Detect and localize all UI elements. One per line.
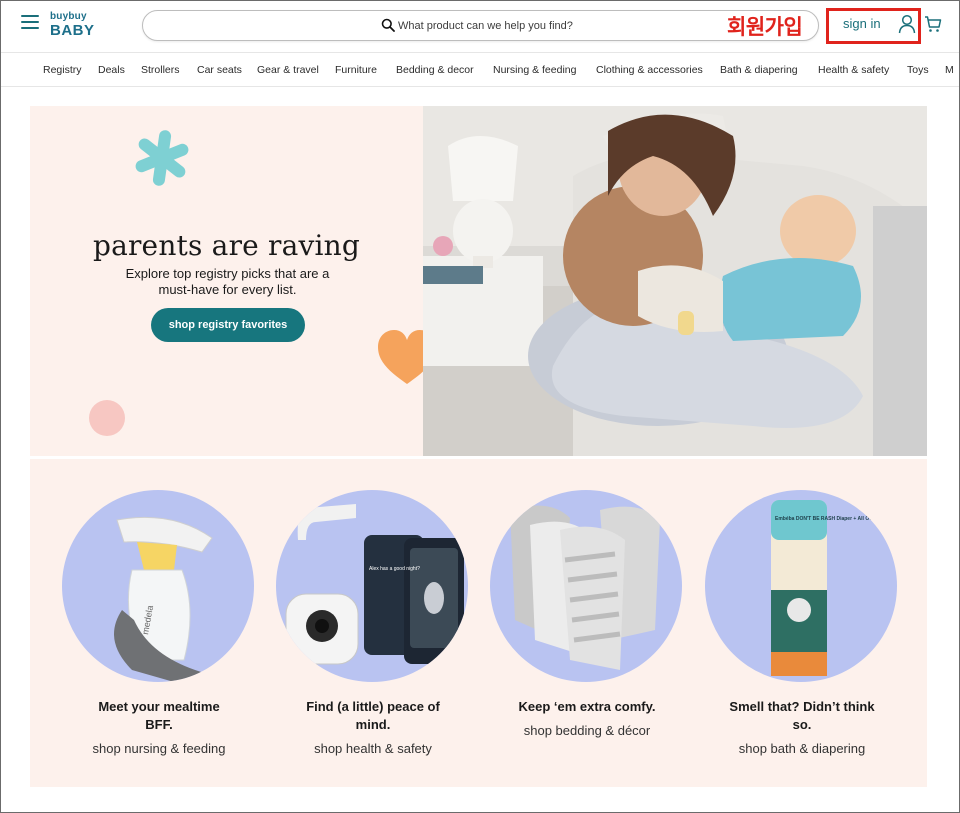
shop-health-safety-link[interactable]: shop health & safety (258, 741, 488, 756)
category-image-circle: medela (62, 490, 254, 682)
monitor-screen-text: Alex has a good night? (369, 566, 420, 572)
nav-toys[interactable]: Toys (907, 64, 929, 76)
hero-subtitle-line-1: Explore top registry picks that are a (125, 266, 330, 281)
category-title: Smell that? Didn’t think so. (687, 698, 917, 734)
balm-label-text: Embéba DON'T BE RASH Diaper + All Over B… (775, 516, 891, 522)
nav-health-safety[interactable]: Health & safety (818, 64, 889, 76)
nav-strollers[interactable]: Strollers (141, 64, 180, 76)
category-image-circle (490, 490, 682, 682)
shop-bedding-decor-link[interactable]: shop bedding & décor (472, 723, 702, 738)
swaddles-image (510, 505, 660, 670)
hero-title: parents are raving (92, 229, 361, 262)
search-input[interactable] (398, 17, 698, 35)
breast-pump-image: medela (114, 516, 213, 682)
category-promo-band: medela Meet your mealtime BFF. shop nurs… (30, 459, 927, 787)
category-title-line-1: Meet your mealtime (98, 699, 220, 714)
nav-more-truncated[interactable]: M (945, 64, 954, 76)
pink-dot-decoration (89, 400, 125, 436)
nav-nursing-feeding[interactable]: Nursing & feeding (493, 64, 576, 76)
category-title-line-2: so. (792, 717, 812, 732)
diaper-balm-image: Embéba DON'T BE RASH Diaper + All Over B… (771, 500, 891, 676)
logo-top-text: buybuy (50, 11, 87, 22)
category-card-health-safety[interactable]: Alex has a good night? Find (a little) p… (246, 459, 470, 787)
signin-link[interactable]: sign in (843, 16, 881, 31)
shop-bath-diapering-link[interactable]: shop bath & diapering (687, 741, 917, 756)
baby-monitor-image: Alex has a good night? (285, 504, 464, 665)
category-title-line-2: BFF. (145, 717, 173, 732)
hero-banner: parents are raving Explore top registry … (30, 106, 927, 456)
signup-korean-label: 회원가입 (727, 15, 803, 39)
nav-car-seats[interactable]: Car seats (197, 64, 242, 76)
hero-photo-mother-nursing-baby (423, 106, 927, 456)
menu-icon[interactable] (21, 15, 39, 31)
cart-icon[interactable] (924, 15, 942, 33)
category-title-line-1: Keep ‘em extra comfy. (518, 699, 656, 714)
user-icon[interactable] (898, 14, 916, 34)
category-image-circle: Alex has a good night? (276, 490, 468, 682)
hero-text-panel: parents are raving Explore top registry … (30, 106, 423, 456)
category-card-bath-diapering[interactable]: Embéba DON'T BE RASH Diaper + All Over B… (675, 459, 899, 787)
nav-clothing-accessories[interactable]: Clothing & accessories (596, 64, 703, 76)
category-title-line-2: mind. (355, 717, 391, 732)
logo-bottom-text: BABY (50, 22, 95, 39)
nav-furniture[interactable]: Furniture (335, 64, 377, 76)
buybuy-baby-logo[interactable]: buybuy BABY (50, 11, 98, 39)
shop-registry-favorites-button[interactable]: shop registry favorites (151, 308, 305, 342)
category-title-line-1: Find (a little) peace of (306, 699, 440, 714)
nav-deals[interactable]: Deals (98, 64, 125, 76)
category-card-nursing[interactable]: medela Meet your mealtime BFF. shop nurs… (32, 459, 256, 787)
category-image-circle: Embéba DON'T BE RASH Diaper + All Over B… (705, 490, 897, 682)
category-title: Find (a little) peace of mind. (258, 698, 488, 734)
hero-subtitle: Explore top registry picks that are a mu… (100, 266, 355, 298)
nav-bedding-decor[interactable]: Bedding & decor (396, 64, 474, 76)
nav-bath-diapering[interactable]: Bath & diapering (720, 64, 798, 76)
category-nav: Registry Deals Strollers Car seats Gear … (1, 52, 959, 87)
nav-registry[interactable]: Registry (43, 64, 82, 76)
category-title: Keep ‘em extra comfy. (472, 698, 702, 716)
search-bar[interactable] (142, 10, 819, 41)
nav-gear-travel[interactable]: Gear & travel (257, 64, 319, 76)
site-header: buybuy BABY (1, 1, 959, 51)
hero-subtitle-line-2: must-have for every list. (158, 282, 297, 297)
category-title: Meet your mealtime BFF. (44, 698, 274, 734)
asterisk-decoration (135, 130, 189, 186)
shop-nursing-feeding-link[interactable]: shop nursing & feeding (44, 741, 274, 756)
search-icon[interactable] (381, 18, 395, 32)
category-card-bedding[interactable]: Keep ‘em extra comfy. shop bedding & déc… (460, 459, 684, 787)
category-title-line-1: Smell that? Didn’t think (729, 699, 875, 714)
